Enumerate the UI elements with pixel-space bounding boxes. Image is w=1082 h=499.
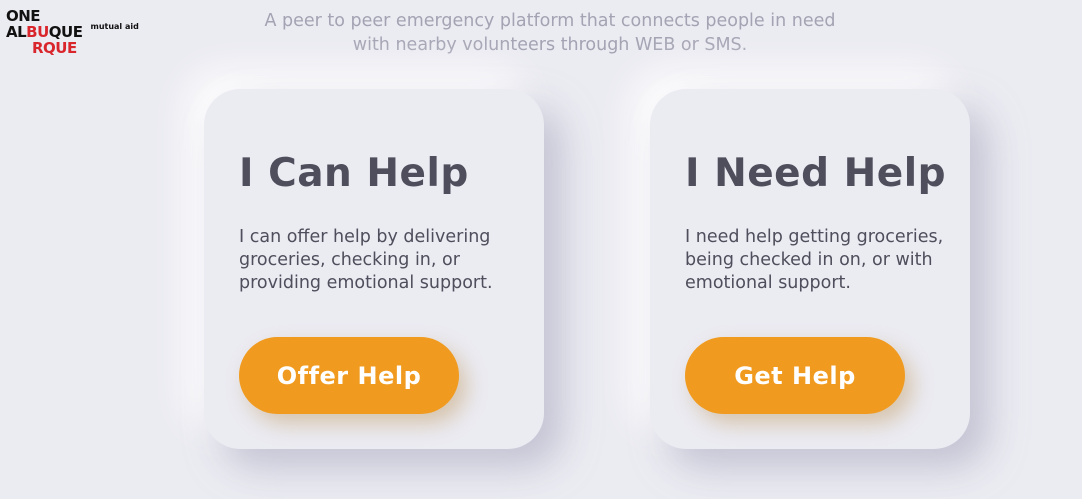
card-title: I Can Help: [239, 151, 469, 196]
logo-line-one: ONE: [6, 7, 41, 25]
logo[interactable]: ONE ALBUQUE RQUE mutual aid: [6, 8, 139, 56]
card-need-help: I Need Help I need help getting grocerie…: [650, 89, 970, 449]
logo-line-two-part-a: AL: [6, 23, 27, 41]
get-help-button[interactable]: Get Help: [685, 337, 905, 414]
offer-help-button[interactable]: Offer Help: [239, 337, 459, 414]
card-can-help: I Can Help I can offer help by deliverin…: [204, 89, 544, 449]
page: ONE ALBUQUE RQUE mutual aid A peer to pe…: [0, 0, 1082, 499]
card-title: I Need Help: [685, 151, 946, 196]
card-description: I need help getting groceries, being che…: [685, 227, 944, 293]
logo-line-two: ALBUQUE: [6, 23, 83, 41]
logo-tagline: mutual aid: [90, 22, 139, 31]
logo-line-three: RQUE: [32, 39, 77, 57]
header-tagline: A peer to peer emergency platform that c…: [264, 11, 836, 55]
card-description: I can offer help by delivering groceries…: [239, 227, 493, 293]
logo-wordmark: ONE ALBUQUE RQUE: [6, 7, 83, 57]
